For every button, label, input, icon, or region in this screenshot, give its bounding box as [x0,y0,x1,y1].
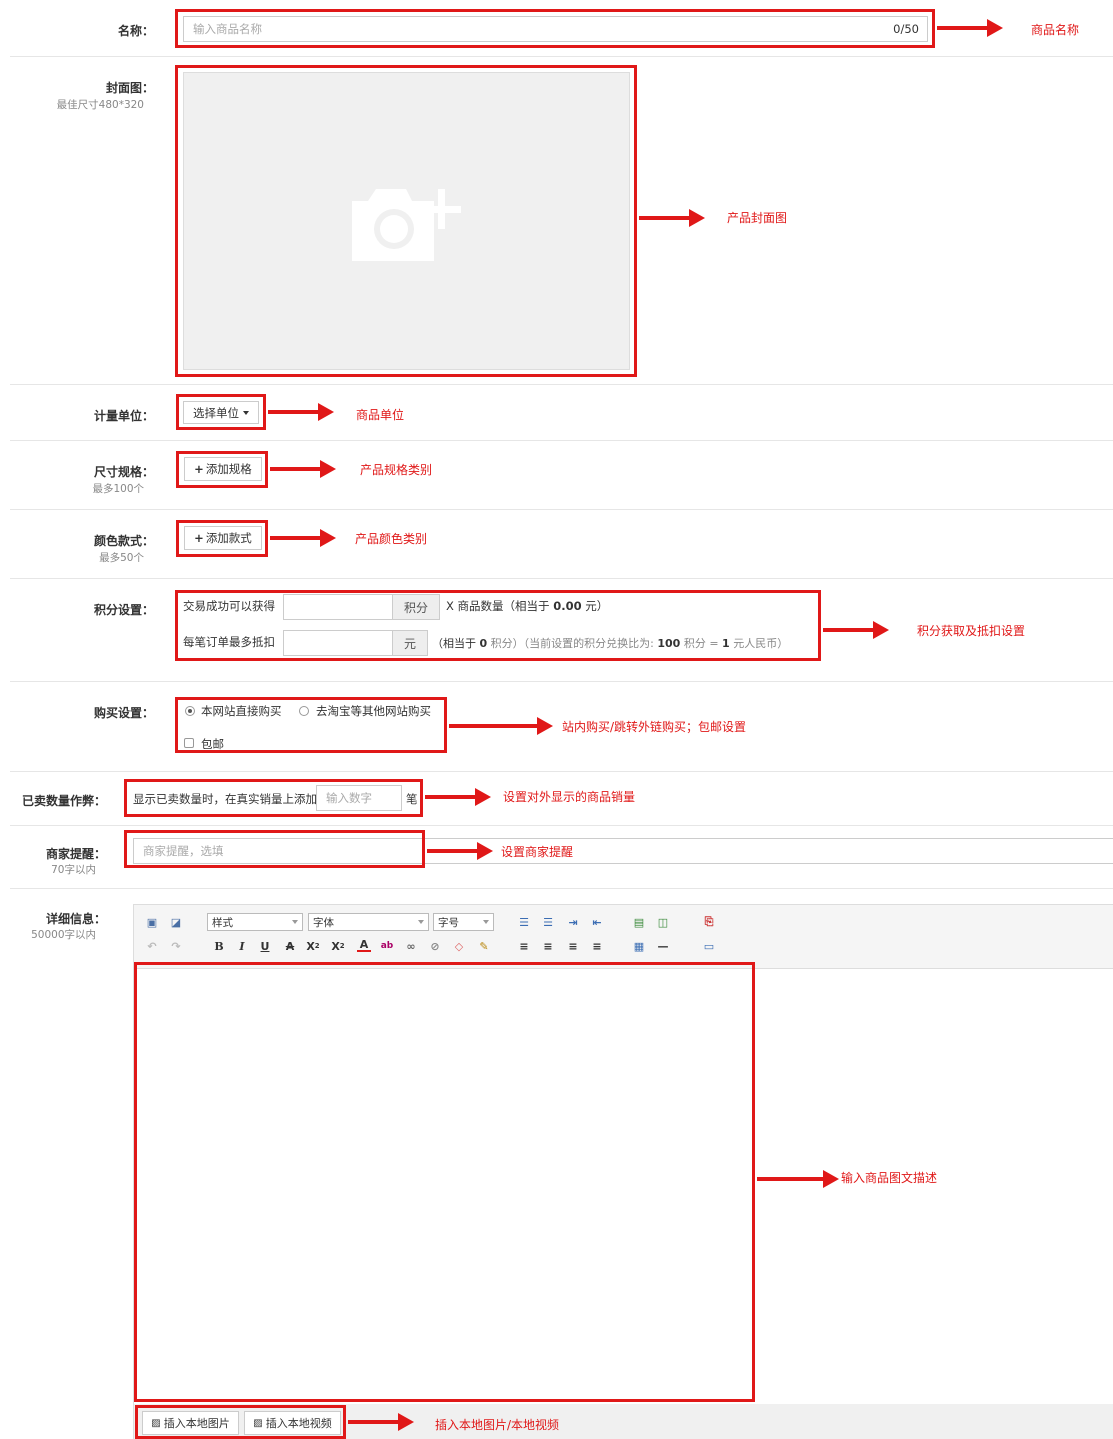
eraser-icon[interactable]: ◇ [452,939,466,953]
highlight-icon[interactable]: ab [380,939,394,953]
format-brush-icon[interactable]: ✎ [477,939,491,953]
annotation-box-unit [176,394,266,430]
unit-label: 计量单位： [93,409,154,423]
annotation-arrow-name [937,19,1003,37]
annotation-box-sold [124,779,423,817]
color-label: 颜色款式： [93,534,154,548]
annotation-box-editor [134,962,755,1402]
annotation-note-cover: 产品封面图 [727,211,788,225]
divider [10,578,1113,579]
align-center-icon[interactable]: ≡ [541,939,555,953]
divider [10,771,1113,772]
font-select[interactable]: 字体 [308,913,429,931]
align-justify-icon[interactable]: ≡ [590,939,604,953]
divider [10,825,1113,826]
divider [10,56,1113,57]
spec-label: 尺寸规格： [93,465,154,479]
preview-icon[interactable]: ▭ [702,939,716,953]
annotation-arrow-reminder [427,842,493,860]
chevron-down-icon [483,920,489,924]
outdent-icon[interactable]: ⇤ [590,915,604,929]
font-color-icon[interactable]: A [357,938,371,952]
annotation-box-cover [175,65,637,377]
reminder-label: 商家提醒： [45,847,106,861]
annotation-arrow-color [270,529,336,547]
strikethrough-icon[interactable]: A [283,939,297,953]
name-label: 名称： [117,24,154,38]
columns-icon[interactable]: ◫ [656,915,670,929]
annotation-arrow-sold [425,788,491,806]
chevron-down-icon [292,920,298,924]
annotation-box-spec [176,451,268,488]
unlink-icon[interactable]: ⊘ [428,939,442,953]
indent-icon[interactable]: ⇥ [566,915,580,929]
cover-label: 封面图： [105,81,154,95]
annotation-arrow-cover [639,209,705,227]
annotation-arrow-unit [268,403,334,421]
annotation-note-purchase: 站内购买/跳转外链购买；包邮设置 [562,720,747,734]
purchase-label: 购买设置： [93,706,154,720]
insert-block-icon[interactable]: ▤ [632,915,646,929]
annotation-note-name: 商品名称 [1031,23,1080,37]
ordered-list-icon[interactable]: ☰ [517,915,531,929]
annotation-box-points [175,590,821,661]
italic-icon[interactable]: I [235,939,249,953]
annotation-box-name [175,9,935,48]
annotation-note-unit: 商品单位 [356,408,405,422]
annotation-note-color: 产品颜色类别 [355,532,428,546]
annotation-note-reminder: 设置商家提醒 [501,845,574,859]
annotation-note-sold: 设置对外显示的商品销量 [503,790,636,804]
bold-icon[interactable]: B [212,939,226,953]
annotation-note-editor: 输入商品图文描述 [841,1171,938,1185]
undo-icon[interactable]: ↶ [145,939,159,953]
reminder-hint: 70字以内 [51,864,96,876]
annotation-arrow-insert [348,1413,414,1431]
subscript-icon[interactable]: X2 [306,939,320,953]
horizontal-rule-icon[interactable]: — [656,939,670,953]
divider [10,888,1113,889]
sold-label: 已卖数量作弊： [21,794,106,808]
annotation-note-insert: 插入本地图片/本地视频 [435,1418,560,1432]
size-select[interactable]: 字号 [433,913,494,931]
detail-hint: 50000字以内 [31,929,96,941]
link-icon[interactable]: ∞ [404,939,418,953]
divider [10,509,1113,510]
annotation-box-reminder [124,830,425,868]
color-hint: 最多50个 [99,552,144,564]
style-select[interactable]: 样式 [207,913,303,931]
align-right-icon[interactable]: ≡ [566,939,580,953]
divider [10,440,1113,441]
save-icon[interactable]: ▣ [145,915,159,929]
cover-hint: 最佳尺寸480*320 [56,99,144,111]
table-icon[interactable]: ▦ [632,939,646,953]
annotation-note-points: 积分获取及抵扣设置 [917,624,1026,638]
points-label: 积分设置： [93,603,154,617]
annotation-box-purchase [175,697,447,753]
annotation-note-spec: 产品规格类别 [360,463,433,477]
annotation-arrow-purchase [449,717,553,735]
align-left-icon[interactable]: ≡ [517,939,531,953]
divider [10,384,1113,385]
annotation-arrow-editor [757,1170,839,1188]
annotation-arrow-points [823,621,889,639]
detail-label: 详细信息： [45,912,106,926]
annotation-box-color [176,520,268,557]
print-icon[interactable]: ◪ [169,915,183,929]
source-code-icon[interactable]: ⎘ [702,915,716,929]
unordered-list-icon[interactable]: ☰ [541,915,555,929]
annotation-box-insert [135,1405,346,1439]
underline-icon[interactable]: U [258,939,272,953]
chevron-down-icon [418,920,424,924]
annotation-arrow-spec [270,460,336,478]
redo-icon[interactable]: ↷ [169,939,183,953]
spec-hint: 最多100个 [92,483,144,495]
divider [10,681,1113,682]
superscript-icon[interactable]: X2 [331,939,345,953]
